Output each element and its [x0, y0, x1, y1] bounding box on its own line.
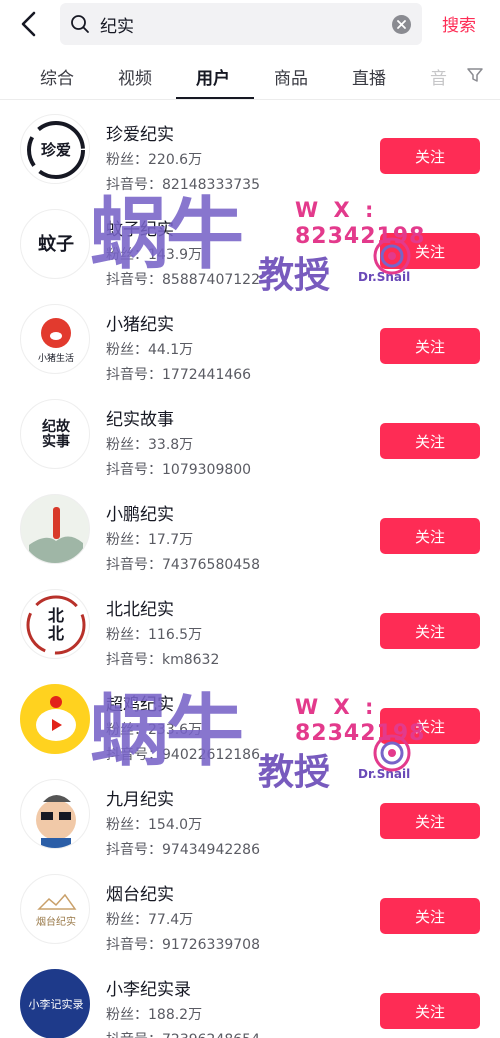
cartoon-face-icon [36, 795, 76, 848]
category-tabs: 综合 视频 用户 商品 直播 音 [0, 50, 500, 100]
user-fans: 粉丝：116.5万 [106, 627, 203, 643]
user-fans: 粉丝：44.1万 [106, 342, 194, 358]
follow-button[interactable]: 关注 [380, 993, 480, 1029]
avatar[interactable]: 烟台纪实 [20, 874, 90, 944]
list-item[interactable]: 九月纪实 粉丝：154.0万 抖音号：97434942286 关注 [0, 765, 500, 860]
user-name[interactable]: 小猪纪实 [106, 310, 174, 335]
user-fans: 粉丝：33.8万 [106, 437, 194, 453]
avatar-label: 小李记实录 [28, 997, 84, 1011]
chevron-left-icon [21, 11, 36, 37]
follow-button[interactable]: 关注 [380, 138, 480, 174]
user-id: 抖音号：85887407122 [106, 272, 260, 288]
user-fans: 粉丝：233.6万 [106, 722, 203, 738]
user-fans: 粉丝：143.9万 [106, 247, 203, 263]
user-id: 抖音号：1772441466 [106, 367, 252, 383]
avatar[interactable] [20, 494, 90, 564]
search-box[interactable] [60, 3, 422, 45]
user-id: 抖音号：1079309800 [106, 462, 252, 478]
follow-button[interactable]: 关注 [380, 613, 480, 649]
follow-button[interactable]: 关注 [380, 518, 480, 554]
avatar-label: 纪故实事 [42, 418, 70, 450]
avatar[interactable]: 纪故实事 [20, 399, 90, 469]
follow-button[interactable]: 关注 [380, 423, 480, 459]
follow-button[interactable]: 关注 [380, 233, 480, 269]
user-id: 抖音号：72396248654 [106, 1029, 260, 1038]
follow-button[interactable]: 关注 [380, 328, 480, 364]
list-item[interactable]: 珍爱 珍爱纪实 粉丝：220.6万 抖音号：82148333735 关注 [0, 100, 500, 195]
tab-comprehensive[interactable]: 综合 [40, 64, 74, 89]
active-tab-indicator [176, 97, 254, 99]
tab-live[interactable]: 直播 [352, 64, 386, 89]
user-name[interactable]: 珍爱纪实 [106, 120, 174, 145]
user-name[interactable]: 烟台纪实 [106, 880, 174, 905]
avatar-label: 小猪生活 [37, 354, 74, 365]
search-button[interactable]: 搜索 [442, 11, 476, 36]
avatar[interactable]: 北北 [20, 589, 90, 659]
user-name[interactable]: 纪实故事 [106, 405, 174, 430]
filter-icon[interactable] [466, 66, 484, 84]
list-item[interactable]: 纪故实事 纪实故事 粉丝：33.8万 抖音号：1079309800 关注 [0, 385, 500, 480]
user-id: 抖音号：91726339708 [106, 937, 260, 953]
user-name[interactable]: 蚊子纪实 [106, 215, 174, 240]
tab-music[interactable]: 音 [430, 64, 447, 89]
chicken-icon [21, 685, 89, 753]
user-fans: 粉丝：188.2万 [106, 1007, 203, 1023]
list-item[interactable]: 北北 北北纪实 粉丝：116.5万 抖音号：km8632 关注 [0, 575, 500, 670]
avatar[interactable]: 珍爱 [20, 114, 90, 184]
list-item[interactable]: 超鸡纪实 粉丝：233.6万 抖音号：94022612186 关注 [0, 670, 500, 765]
user-id: 抖音号：74376580458 [106, 557, 260, 573]
avatar-label: 蚊子 [38, 234, 74, 256]
user-name[interactable]: 小鹏纪实 [106, 500, 174, 525]
avatar[interactable] [20, 684, 90, 754]
back-button[interactable] [16, 10, 44, 38]
list-item[interactable]: 小李记实录 小李纪实录 粉丝：188.2万 抖音号：72396248654 关注 [0, 955, 500, 1038]
close-icon [397, 20, 406, 29]
tab-users[interactable]: 用户 [196, 64, 230, 89]
user-name[interactable]: 九月纪实 [106, 785, 174, 810]
list-item[interactable]: 蚊子 蚊子纪实 粉丝：143.9万 抖音号：85887407122 关注 [0, 195, 500, 290]
clear-button[interactable] [392, 15, 411, 34]
search-icon [71, 15, 89, 33]
user-id: 抖音号：82148333735 [106, 177, 260, 193]
avatar-image [29, 507, 83, 563]
avatar[interactable]: 小李记实录 [20, 969, 90, 1038]
search-input[interactable] [100, 11, 370, 37]
tab-videos[interactable]: 视频 [118, 64, 152, 89]
tab-products[interactable]: 商品 [274, 64, 308, 89]
user-id: 抖音号：km8632 [106, 652, 220, 668]
user-fans: 粉丝：220.6万 [106, 152, 203, 168]
user-id: 抖音号：94022612186 [106, 747, 260, 763]
avatar-label: 烟台纪实 [36, 916, 76, 928]
list-item[interactable]: 小鹏纪实 粉丝：17.7万 抖音号：74376580458 关注 [0, 480, 500, 575]
avatar-label: 北北 [47, 606, 64, 643]
avatar-label: 珍爱 [40, 140, 71, 159]
user-name[interactable]: 北北纪实 [106, 595, 174, 620]
user-name[interactable]: 超鸡纪实 [106, 690, 174, 715]
follow-button[interactable]: 关注 [380, 898, 480, 934]
list-item[interactable]: 烟台纪实 烟台纪实 粉丝：77.4万 抖音号：91726339708 关注 [0, 860, 500, 955]
user-fans: 粉丝：17.7万 [106, 532, 194, 548]
user-id: 抖音号：97434942286 [106, 842, 260, 858]
avatar[interactable] [20, 779, 90, 849]
avatar[interactable]: 蚊子 [20, 209, 90, 279]
follow-button[interactable]: 关注 [380, 708, 480, 744]
user-name[interactable]: 小李纪实录 [106, 975, 191, 1000]
top-bar: 搜索 [0, 0, 500, 50]
user-fans: 粉丝：154.0万 [106, 817, 203, 833]
avatar[interactable]: 小猪生活 [20, 304, 90, 374]
list-item[interactable]: 小猪生活 小猪纪实 粉丝：44.1万 抖音号：1772441466 关注 [0, 290, 500, 385]
user-fans: 粉丝：77.4万 [106, 912, 194, 928]
follow-button[interactable]: 关注 [380, 803, 480, 839]
